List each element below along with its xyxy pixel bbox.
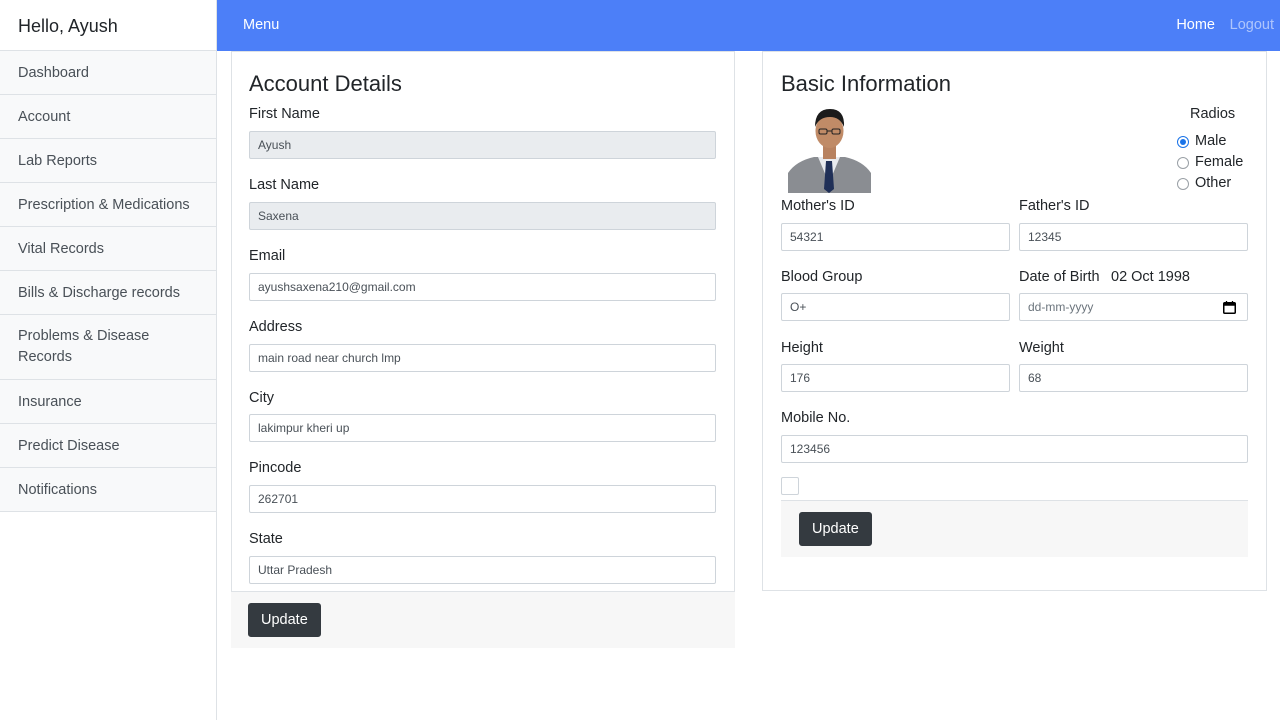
mobile-field[interactable]: 123456 [781, 435, 1248, 463]
weight-field[interactable]: 68 [1019, 364, 1248, 392]
mothers-id-label: Mother's ID [781, 198, 855, 214]
checkbox[interactable] [781, 477, 799, 495]
last-name-field[interactable]: Saxena [249, 202, 716, 230]
radio-checked-icon [1177, 136, 1189, 148]
account-details-title: Account Details [249, 71, 402, 96]
top-navbar: Menu Home Logout [217, 0, 1280, 51]
dob-display-value: 02 Oct 1998 [1111, 269, 1190, 285]
sidebar-list: Dashboard Account Lab Reports Prescripti… [0, 51, 216, 512]
state-label: State [249, 531, 283, 547]
sidebar-item-vital-records[interactable]: Vital Records [0, 227, 216, 271]
sidebar-item-notifications[interactable]: Notifications [0, 468, 216, 512]
radio-unchecked-icon [1177, 157, 1189, 169]
city-label: City [249, 390, 274, 406]
city-field[interactable]: lakimpur kheri up [249, 414, 716, 442]
radio-unchecked-icon [1177, 178, 1189, 190]
dob-label: Date of Birth [1019, 269, 1100, 285]
mothers-id-field[interactable]: 54321 [781, 223, 1010, 251]
sidebar-item-bills[interactable]: Bills & Discharge records [0, 271, 216, 315]
email-label: Email [249, 248, 286, 264]
email-field[interactable]: ayushsaxena210@gmail.com [249, 273, 716, 301]
state-field[interactable]: Uttar Pradesh [249, 556, 716, 584]
address-field[interactable]: main road near church lmp [249, 344, 716, 372]
blood-group-field[interactable]: O+ [781, 293, 1010, 321]
height-field[interactable]: 176 [781, 364, 1010, 392]
fathers-id-label: Father's ID [1019, 198, 1090, 214]
height-label: Height [781, 340, 823, 356]
sidebar-item-account[interactable]: Account [0, 95, 216, 139]
sidebar: Hello, Ayush Dashboard Account Lab Repor… [0, 0, 217, 720]
calendar-icon[interactable] [1223, 301, 1236, 314]
fathers-id-field[interactable]: 12345 [1019, 223, 1248, 251]
sidebar-item-lab-reports[interactable]: Lab Reports [0, 139, 216, 183]
sidebar-item-prescription[interactable]: Prescription & Medications [0, 183, 216, 227]
weight-label: Weight [1019, 340, 1064, 356]
profile-photo-image [788, 103, 871, 193]
last-name-label: Last Name [249, 177, 320, 193]
menu-toggle-button[interactable]: Menu [243, 0, 279, 51]
gender-male-label: Male [1195, 133, 1227, 149]
first-name-label: First Name [249, 106, 320, 122]
nav-home-link[interactable]: Home [1176, 0, 1215, 51]
profile-photo [788, 103, 871, 193]
address-label: Address [249, 319, 303, 335]
sidebar-item-predict-disease[interactable]: Predict Disease [0, 424, 216, 468]
basic-information-title: Basic Information [781, 71, 951, 96]
pincode-field[interactable]: 262701 [249, 485, 716, 513]
radios-label: Radios [1190, 106, 1236, 122]
first-name-field[interactable]: Ayush [249, 131, 716, 159]
nav-logout-link[interactable]: Logout [1230, 0, 1274, 51]
blood-group-label: Blood Group [781, 269, 863, 285]
dob-date-field[interactable]: dd-mm-yyyy [1019, 293, 1248, 321]
account-update-button[interactable]: Update [248, 603, 321, 637]
mobile-label: Mobile No. [781, 410, 851, 426]
sidebar-item-dashboard[interactable]: Dashboard [0, 51, 216, 95]
sidebar-item-problems[interactable]: Problems & Disease Records [0, 315, 216, 380]
gender-other-label: Other [1195, 175, 1232, 191]
basic-update-button[interactable]: Update [799, 512, 872, 546]
gender-female-label: Female [1195, 154, 1244, 170]
sidebar-item-insurance[interactable]: Insurance [0, 380, 216, 424]
dob-placeholder: dd-mm-yyyy [1028, 300, 1094, 314]
sidebar-heading: Hello, Ayush [0, 0, 216, 51]
pincode-label: Pincode [249, 460, 302, 476]
